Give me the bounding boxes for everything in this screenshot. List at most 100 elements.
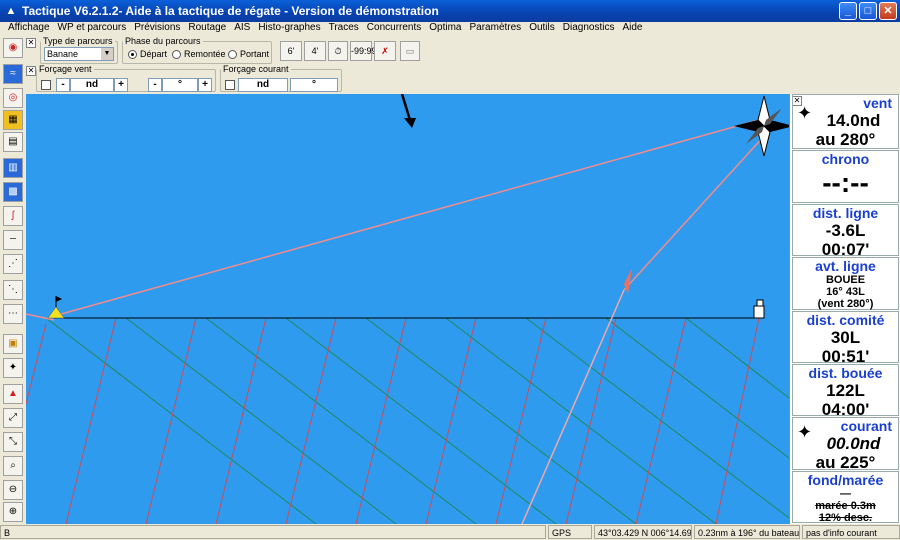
advantage-end: BOUEE xyxy=(825,274,866,286)
expand-icon: ⤢ xyxy=(9,412,17,423)
stopwatch-button[interactable]: ⏱ xyxy=(328,41,348,61)
tack-button[interactable]: ⋱ xyxy=(3,280,23,300)
shrink-button[interactable]: ⤡ xyxy=(3,432,23,452)
line-distance-cell: dist. ligne -3.6L 00:07' xyxy=(792,204,899,259)
maximize-button[interactable]: □ xyxy=(859,2,877,20)
dots-button[interactable]: ⋰ xyxy=(3,254,23,274)
expand-button[interactable]: ⤢ xyxy=(3,408,23,428)
line-icon: ┄ xyxy=(9,234,17,245)
phase-radio-portant[interactable]: Portant xyxy=(228,49,269,59)
boats-icon: ▲ xyxy=(8,388,18,399)
wind-direction: au 280° xyxy=(815,130,876,149)
menu-parametres[interactable]: Paramètres xyxy=(466,22,526,36)
chart-map[interactable] xyxy=(26,94,789,524)
menu-affichage[interactable]: Affichage xyxy=(4,22,54,36)
close-button[interactable]: ✕ xyxy=(879,2,897,20)
zoom-out-icon: ⊖ xyxy=(8,484,18,495)
wind-speed-plus[interactable]: + xyxy=(114,78,128,92)
minimize-button[interactable]: _ xyxy=(839,2,857,20)
buoy-distance-cell: dist. bouée 122L 04:00' xyxy=(792,364,899,419)
pattern-icon: ▩ xyxy=(8,186,18,197)
boats-button[interactable]: ▲ xyxy=(3,384,23,404)
timer-4min-button[interactable]: 4' xyxy=(304,41,326,61)
advantage-wind: (vent 280°) xyxy=(817,298,874,310)
forcing-close-icon[interactable]: ✕ xyxy=(26,66,36,76)
boat-heading-line xyxy=(623,133,767,291)
wind-dir-field[interactable]: ° xyxy=(162,78,198,92)
menu-histo-graphes[interactable]: Histo-graphes xyxy=(254,22,324,36)
book-icon: ▣ xyxy=(8,338,18,349)
menu-concurrents[interactable]: Concurrents xyxy=(363,22,425,36)
depth-tide-cell: fond/marée — marée 0.3m 12% desc. xyxy=(792,471,899,524)
route-line xyxy=(53,117,767,317)
line-button[interactable]: ┄ xyxy=(3,230,23,250)
pattern-button[interactable]: ▩ xyxy=(3,182,23,202)
table-icon: ▤ xyxy=(8,136,18,147)
menu-aide[interactable]: Aide xyxy=(618,22,646,36)
route-button[interactable]: ∫ xyxy=(3,206,23,226)
toolbar-area: ✕ Type de parcours Banane ▼ Phase du par… xyxy=(0,36,900,94)
menu-diagnostics[interactable]: Diagnostics xyxy=(559,22,619,36)
menu-previsions[interactable]: Prévisions xyxy=(130,22,184,36)
shrink-icon: ⤡ xyxy=(9,436,17,447)
current-speed-field[interactable]: nd xyxy=(238,78,288,92)
wind-dir-plus[interactable]: + xyxy=(198,78,212,92)
lifebuoy-button[interactable]: ◉ xyxy=(3,38,23,58)
wind-speed-minus[interactable]: - xyxy=(56,78,70,92)
compass-current-icon: ✦ xyxy=(797,422,813,442)
gybe-button[interactable]: ⋯ xyxy=(3,304,23,324)
chrono-cell: chrono --:-- xyxy=(792,150,899,203)
timer-reset-button[interactable]: -99:99 xyxy=(350,41,377,61)
phase-radio-remontee[interactable]: Remontée xyxy=(172,49,226,59)
menu-outils[interactable]: Outils xyxy=(525,22,559,36)
cancel-timer-button[interactable]: ✗ xyxy=(374,41,396,61)
line-advantage-cell: avt. ligne BOUEE 16° 43L (vent 280°) xyxy=(792,257,899,310)
wind-arrow-icon xyxy=(400,94,416,128)
current-direction: au 225° xyxy=(815,453,876,472)
toolbar-close-icon[interactable]: ✕ xyxy=(26,38,36,48)
timer-6min-button[interactable]: 6' xyxy=(280,41,302,61)
boat-track-line xyxy=(521,289,625,524)
status-distance: 0.23nm à 196° du bateau xyxy=(694,525,800,539)
line-distance: -3.6L xyxy=(825,221,866,240)
zoom-in-button[interactable]: ⊕ xyxy=(3,502,23,522)
menu-wp-parcours[interactable]: WP et parcours xyxy=(54,22,131,36)
boat-icon[interactable] xyxy=(624,268,632,294)
keyboard-icon: ▭ xyxy=(405,46,415,56)
committee-boat-icon[interactable] xyxy=(753,299,765,319)
color-chart-button[interactable]: ▦ xyxy=(3,110,23,130)
menu-routage[interactable]: Routage xyxy=(184,22,230,36)
wind-dir-minus[interactable]: - xyxy=(148,78,162,92)
keyboard-button[interactable]: ▭ xyxy=(400,41,420,61)
tide-trend: 12% desc. xyxy=(818,512,873,524)
wind-speed-field[interactable]: nd xyxy=(70,78,114,92)
zoom-out-button[interactable]: ⊖ xyxy=(3,480,23,500)
map-canvas[interactable] xyxy=(26,94,789,524)
grid-icon: ▥ xyxy=(8,162,18,173)
lifebuoy-icon: ◉ xyxy=(8,42,18,53)
book-button[interactable]: ▣ xyxy=(3,334,23,354)
palette-icon: ▦ xyxy=(8,114,18,125)
pin-buoy-icon[interactable] xyxy=(47,296,65,319)
info-panel: ✕ ✦ vent 14.0nd au 280° chrono --:-- dis… xyxy=(789,94,900,524)
menu-optima[interactable]: Optima xyxy=(425,22,465,36)
current-forcing-checkbox[interactable] xyxy=(225,80,235,90)
tide-height: marée 0.3m xyxy=(815,500,876,512)
status-position: 43°03.429 N 006°14.695 E xyxy=(594,525,692,539)
map-view-button[interactable]: ≈ xyxy=(3,64,23,84)
menu-ais[interactable]: AIS xyxy=(230,22,254,36)
status-current-info: pas d'info courant xyxy=(802,525,900,539)
wind-forcing-checkbox[interactable] xyxy=(41,80,51,90)
zoom-reset-button[interactable]: ⌕ xyxy=(3,456,23,476)
tack-icon: ⋱ xyxy=(8,284,18,295)
menu-bar: Affichage WP et parcours Prévisions Rout… xyxy=(0,22,900,36)
joystick-button[interactable]: ✦ xyxy=(3,358,23,378)
menu-traces[interactable]: Traces xyxy=(325,22,363,36)
grid-button[interactable]: ▥ xyxy=(3,158,23,178)
app-icon: ▲ xyxy=(5,5,17,17)
current-dir-field[interactable]: ° xyxy=(290,78,338,92)
table-button[interactable]: ▤ xyxy=(3,132,23,152)
phase-radio-depart[interactable]: Départ xyxy=(128,49,167,59)
buoy-button[interactable]: ◎ xyxy=(3,88,23,108)
course-type-select[interactable]: Banane ▼ xyxy=(44,47,114,61)
